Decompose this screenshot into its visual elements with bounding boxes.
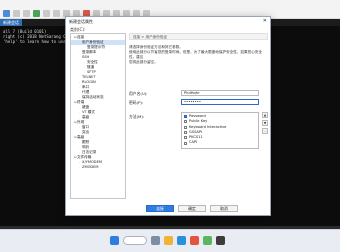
taskbar	[0, 229, 340, 252]
cancel-button[interactable]: 取消	[210, 205, 238, 212]
method-settings-button[interactable]: …	[262, 128, 268, 134]
tree-item-label: 高级	[77, 135, 85, 139]
tree-item-label: ZMODEM	[82, 165, 99, 169]
tree-item-label: 代理	[82, 90, 90, 94]
method-checkbox[interactable]	[184, 136, 187, 140]
tree-item-label: 窗口	[82, 125, 90, 129]
tree-item-label: 键盘	[82, 105, 90, 109]
tree-item-label: 外观	[77, 120, 85, 124]
menu-bar	[0, 0, 340, 8]
tree-item-label: X/YMODEM	[82, 160, 102, 164]
tree-item-label: 日志记录	[82, 150, 97, 154]
tree-item-label: SFTP	[87, 70, 96, 74]
description-line: 使用此部分以节省您的登录时间。但是，为了最大限度地保护安全性，如果担心安全性，建…	[129, 50, 262, 59]
tree-item-label: 响铃	[82, 145, 90, 149]
category-tree: ⊟连接 · 用户身份验证 · 登录提示符 · 登录脚本 · SSH · 安全性 · 隧道 · SFTP · TE…	[70, 33, 126, 199]
method-checkbox[interactable]	[184, 120, 187, 124]
new-session-icon[interactable]	[3, 9, 10, 17]
tree-item-label: 连接	[77, 35, 85, 39]
tree-item-label: 安全性	[87, 60, 98, 64]
copy-icon[interactable]	[43, 9, 50, 17]
description-line: 您将此部分留空。	[129, 60, 158, 64]
tree-item-label: 文件传输	[77, 155, 92, 159]
tree-item-label: 跟踪	[82, 140, 90, 144]
terminal-app-icon[interactable]	[216, 236, 225, 245]
tree-item-label: 隧道	[87, 65, 95, 69]
session-properties-dialog: 新建会话属性 ✕ 类别(C): ⊟连接 · 用户身份验证 · 登录提示符 · 登录脚本 · SS…	[65, 16, 271, 216]
tree-item-label: 串口	[82, 85, 90, 89]
method-checkbox[interactable]	[184, 131, 187, 135]
tree-item[interactable]: · ZMODEM	[71, 165, 125, 170]
disconnect-icon[interactable]	[23, 9, 30, 17]
username-field[interactable]: PhdHqfrr	[181, 90, 259, 96]
tree-item-label: 突出	[82, 130, 90, 134]
tree-item-label: 登录提示符	[87, 45, 105, 49]
method-checkbox[interactable]	[184, 141, 187, 145]
tree-item-label: RLOGIN	[82, 80, 96, 84]
search-input[interactable]	[123, 236, 147, 245]
paste-icon[interactable]	[53, 9, 60, 17]
method-up-button[interactable]: ▲	[262, 112, 268, 118]
app-icon[interactable]	[190, 236, 199, 245]
taskbar-apps	[110, 236, 225, 245]
close-icon[interactable]: ✕	[263, 18, 267, 24]
method-label: CAPI	[189, 140, 198, 145]
tree-item-label: TELNET	[82, 75, 96, 79]
tree-item-label: 保持活动状态	[82, 95, 104, 99]
tree-item-label: 用户身份验证	[82, 40, 104, 44]
password-label: 密码(P):	[129, 100, 144, 105]
dialog-titlebar: 新建会话属性	[66, 17, 270, 26]
panel-description: 请选择身份验证方法和其它参数。 使用此部分以节省您的登录时间。但是，为了最大限度…	[129, 45, 268, 65]
open-folder-icon[interactable]	[13, 9, 20, 17]
method-down-button[interactable]: ▼	[262, 120, 268, 126]
method-label: 方法(M):	[129, 114, 145, 119]
username-label: 用户名(U):	[129, 91, 148, 96]
tree-item-label: 终端	[77, 100, 85, 104]
method-checkbox[interactable]	[184, 125, 187, 129]
tree-item-label: 登录脚本	[82, 50, 97, 54]
auth-method-list: Password Public Key Keyboard Interactive GS…	[181, 112, 259, 149]
reconnect-icon[interactable]	[33, 9, 40, 17]
file-explorer-icon[interactable]	[164, 236, 173, 245]
connect-button[interactable]: 连接	[146, 205, 174, 212]
ok-button[interactable]: 确定	[178, 205, 206, 212]
method-checkbox[interactable]	[184, 115, 187, 119]
settings-panel: 连接 > 用户身份验证 请选择身份验证方法和其它参数。 使用此部分以节省您的登录…	[129, 33, 268, 199]
dialog-buttons: 连接 确定 取消	[66, 203, 270, 215]
tree-item-label: 高级	[82, 115, 90, 119]
breadcrumb: 连接 > 用户身份验证	[129, 33, 268, 40]
password-field[interactable]: ••••••••	[181, 99, 259, 105]
session-tab[interactable]: 新建会话	[0, 19, 22, 26]
dialog-title: 新建会话属性	[69, 18, 93, 24]
task-view-icon[interactable]	[151, 236, 160, 245]
tree-item-label: VT 模式	[82, 110, 95, 114]
edge-browser-icon[interactable]	[177, 236, 186, 245]
tree-item-label: SSH	[82, 55, 90, 59]
app-icon[interactable]	[203, 236, 212, 245]
start-icon[interactable]	[110, 236, 119, 245]
auth-method-item[interactable]: CAPI	[184, 140, 256, 145]
